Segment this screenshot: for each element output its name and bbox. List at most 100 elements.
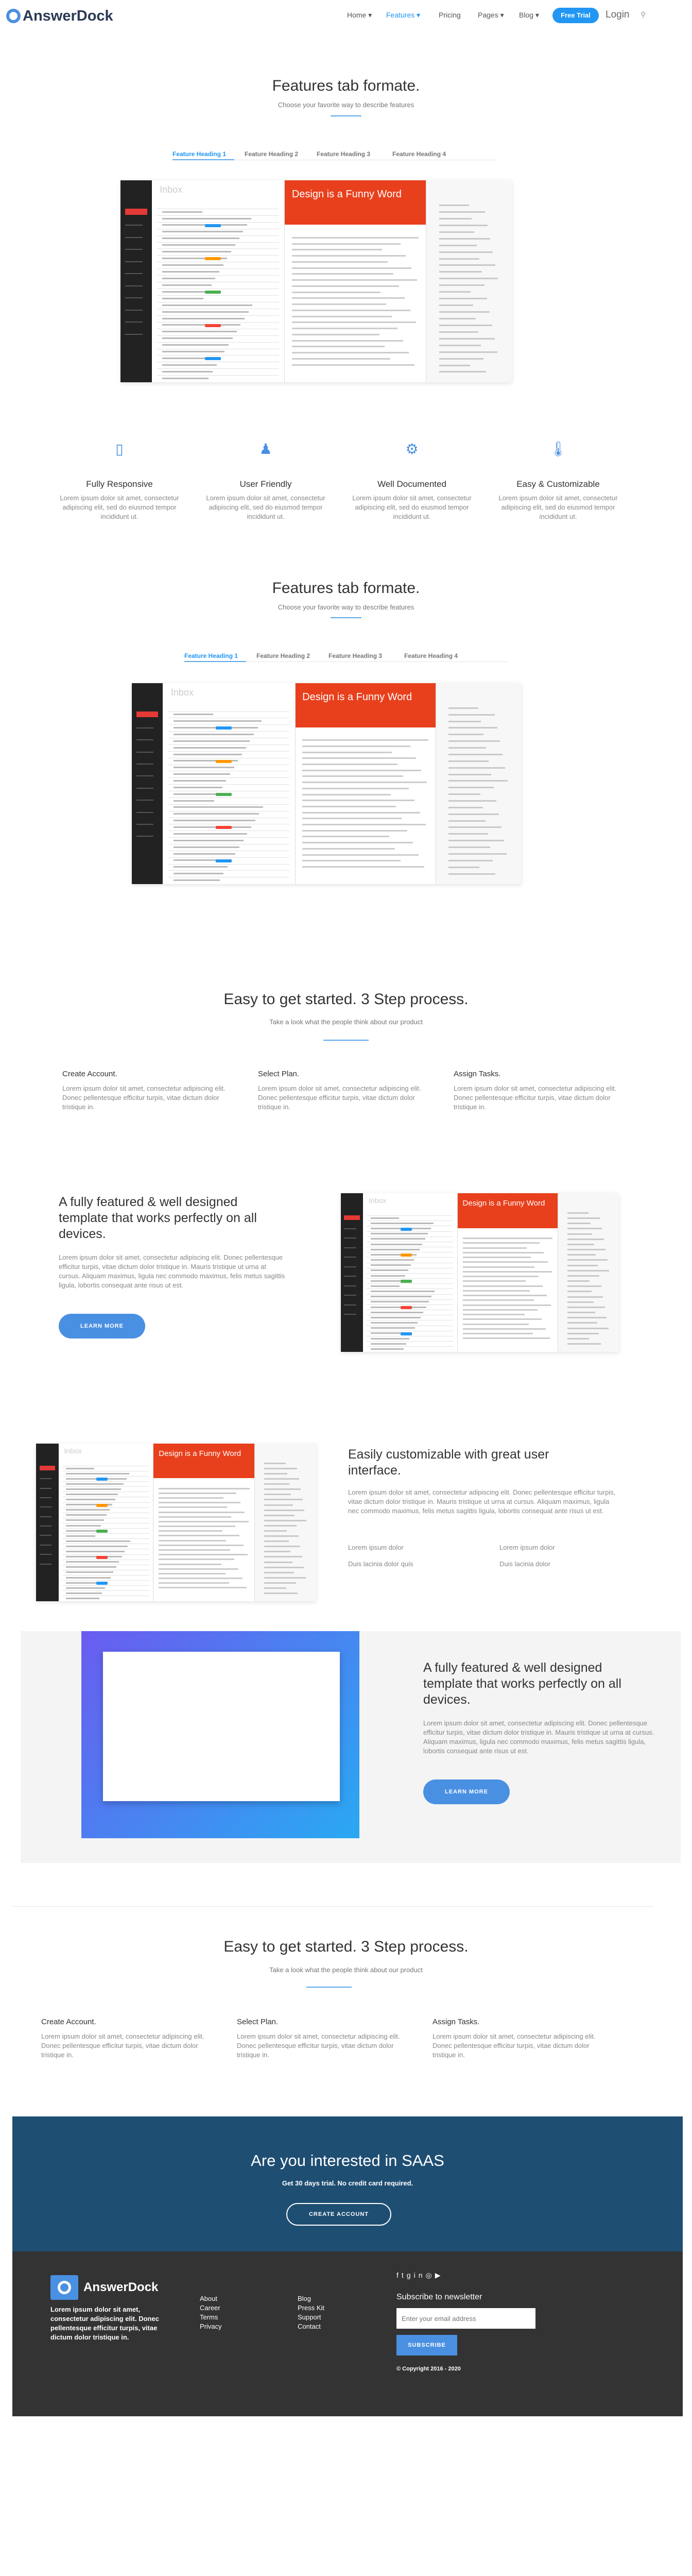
free-trial-button[interactable]: Free Trial — [552, 8, 599, 23]
mobile-icon: ▯ — [115, 441, 124, 457]
mock-inbox-label: Inbox — [64, 1447, 82, 1455]
step-text: Lorem ipsum dolor sit amet, consectetur … — [258, 1084, 421, 1111]
thermometer-icon: 🌡 — [549, 441, 567, 457]
feature-title: Well Documented — [377, 479, 446, 489]
bullet-item: Duis lacinia dolor quis — [348, 1560, 413, 1568]
tab-feature-2[interactable]: Feature Heading 2 — [245, 150, 298, 158]
step-text: Lorem ipsum dolor sit amet, consectetur … — [62, 1084, 226, 1111]
mock-inbox-list: Inbox — [58, 1444, 154, 1601]
mock-sidebar — [120, 180, 152, 382]
feature-title: User Friendly — [239, 479, 292, 489]
header: AnswerDock Home ▾ Features ▾ Pricing Pag… — [0, 0, 692, 32]
title-underline — [331, 115, 361, 116]
footer-link[interactable]: Support — [298, 2313, 321, 2321]
nav-blog[interactable]: Blog ▾ — [519, 11, 539, 20]
title-underline — [323, 1040, 369, 1041]
tab-feature-1[interactable]: Feature Heading 1 — [184, 652, 238, 659]
login-link[interactable]: Login — [605, 9, 630, 21]
nav-home[interactable]: Home ▾ — [347, 11, 372, 20]
features-tab-subtitle: Choose your favorite way to describe fea… — [278, 101, 414, 109]
cta-subtitle: Get 30 days trial. No credit card requir… — [282, 2179, 413, 2187]
step-title: Create Account. — [41, 2018, 96, 2026]
block-title: A fully featured & well designed templat… — [423, 1660, 621, 1707]
dashboard-window — [103, 1652, 340, 1801]
title-underline — [306, 1987, 352, 1988]
user-icon: ♟ — [259, 441, 272, 457]
mock-inbox-list: Inbox — [363, 1193, 458, 1352]
mock-inbox-label: Inbox — [170, 687, 194, 698]
mock-email-view: Design is a Funny Word — [153, 1444, 255, 1601]
gear-icon: ⚙ — [405, 441, 419, 457]
mock-email-heading: Design is a Funny Word — [457, 1193, 558, 1228]
step-text: Lorem ipsum dolor sit amet, consectetur … — [454, 1084, 617, 1111]
google-plus-icon[interactable]: g — [407, 2271, 414, 2279]
divider — [12, 1906, 654, 1907]
footer-link[interactable]: Privacy — [200, 2323, 222, 2330]
footer-about: Lorem ipsum dolor sit amet, consectetur … — [50, 2306, 159, 2341]
step-title: Assign Tasks. — [432, 2018, 480, 2026]
app-screenshot: Inbox Design is a Funny Word — [132, 683, 521, 884]
mock-email-view: Design is a Funny Word — [457, 1193, 558, 1352]
feature-title: Fully Responsive — [86, 479, 153, 489]
search-icon[interactable]: ⚲ — [641, 10, 646, 19]
footer-link[interactable]: Terms — [200, 2313, 218, 2321]
mock-sidebar — [132, 683, 163, 884]
cta-title: Are you interested in SAAS — [251, 2151, 444, 2170]
mock-inbox-label: Inbox — [160, 184, 183, 195]
cta-section: Are you interested in SAAS Get 30 days t… — [12, 2116, 683, 2251]
footer-link[interactable]: Contact — [298, 2323, 321, 2330]
block-title: A fully featured & well designed templat… — [59, 1195, 257, 1241]
linkedin-icon[interactable]: in — [414, 2271, 426, 2279]
bullet-item: Lorem ipsum dolor — [499, 1544, 555, 1551]
steps-subtitle: Take a look what the people think about … — [269, 1966, 423, 1974]
footer-logo-text: AnswerDock — [83, 2280, 159, 2294]
twitter-icon[interactable]: t — [402, 2271, 407, 2279]
tab-feature-3[interactable]: Feature Heading 3 — [328, 652, 382, 659]
facebook-icon[interactable]: f — [396, 2271, 402, 2279]
subscribe-button[interactable]: SUBSCRIBE — [396, 2335, 457, 2355]
footer-link[interactable]: About — [200, 2295, 217, 2302]
footer-link[interactable]: Blog — [298, 2295, 311, 2302]
learn-more-button[interactable]: LEARN MORE — [59, 1314, 145, 1338]
tab-active-indicator — [172, 159, 234, 160]
mock-right-panel — [558, 1193, 619, 1352]
mock-sidebar — [341, 1193, 364, 1352]
step-text: Lorem ipsum dolor sit amet, consectetur … — [432, 2032, 596, 2059]
tab-feature-4[interactable]: Feature Heading 4 — [404, 652, 458, 659]
nav-pricing[interactable]: Pricing — [439, 11, 461, 19]
tab-feature-1[interactable]: Feature Heading 1 — [172, 150, 226, 158]
app-screenshot: Inbox Design is a Funny Word — [341, 1193, 619, 1352]
footer-link[interactable]: Career — [200, 2304, 220, 2312]
app-screenshot: Inbox Design is a Funny Word — [36, 1444, 316, 1601]
footer-link[interactable]: Press Kit — [298, 2304, 324, 2312]
tab-feature-2[interactable]: Feature Heading 2 — [256, 652, 310, 659]
block-title: Easily customizable with great user inte… — [348, 1447, 549, 1478]
block-text: Lorem ipsum dolor sit amet, consectetur … — [423, 1719, 654, 1755]
footer-logo-icon — [50, 2275, 78, 2300]
social-icons[interactable]: ftgin◎▶ — [396, 2271, 443, 2280]
features-tab-title: Features tab formate. — [272, 580, 420, 597]
mock-email-heading: Design is a Funny Word — [295, 683, 436, 727]
rss-icon[interactable]: ◎ — [425, 2271, 435, 2279]
learn-more-button[interactable]: LEARN MORE — [423, 1780, 510, 1804]
newsletter-title: Subscribe to newsletter — [396, 2293, 482, 2301]
footer: AnswerDock Lorem ipsum dolor sit amet, c… — [12, 2251, 683, 2416]
title-underline — [331, 617, 361, 618]
logo[interactable]: AnswerDock — [6, 6, 113, 26]
mock-inbox-list: Inbox — [151, 180, 285, 382]
nav-features[interactable]: Features ▾ — [386, 11, 420, 20]
features-tab-title: Features tab formate. — [272, 77, 420, 94]
step-title: Select Plan. — [258, 1070, 300, 1078]
mock-right-panel — [254, 1444, 316, 1601]
mock-email-view: Design is a Funny Word — [295, 683, 436, 884]
mock-inbox-label: Inbox — [369, 1196, 387, 1205]
newsletter-email-input[interactable] — [396, 2308, 535, 2329]
mock-right-panel — [425, 180, 512, 382]
steps-subtitle: Take a look what the people think about … — [269, 1018, 423, 1026]
tab-feature-3[interactable]: Feature Heading 3 — [317, 150, 370, 158]
mock-sidebar — [36, 1444, 59, 1601]
create-account-button[interactable]: CREATE ACCOUNT — [286, 2203, 391, 2226]
tab-feature-4[interactable]: Feature Heading 4 — [392, 150, 446, 158]
youtube-icon[interactable]: ▶ — [435, 2271, 444, 2279]
nav-pages[interactable]: Pages ▾ — [478, 11, 504, 20]
